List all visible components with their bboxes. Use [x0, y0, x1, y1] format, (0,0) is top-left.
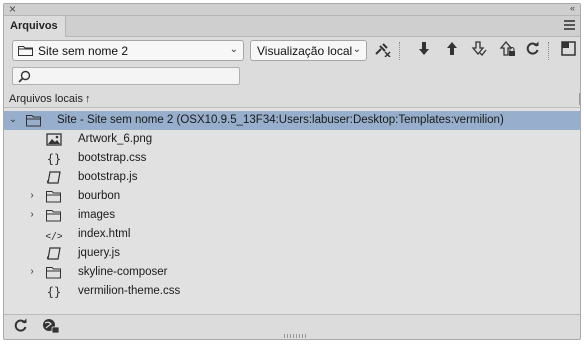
tree-row[interactable]: Artwork_6.png: [4, 130, 580, 149]
tree-row-label: bootstrap.css: [78, 152, 147, 164]
close-icon[interactable]: ×: [9, 2, 16, 16]
site-select[interactable]: Site sem nome 2 ⌄: [12, 40, 244, 61]
toolbar-separator: [548, 42, 549, 60]
panel-menu-icon[interactable]: [564, 20, 575, 30]
put-button[interactable]: [443, 41, 461, 60]
tree-row-label: images: [78, 209, 116, 221]
search-icon: [18, 70, 31, 83]
panel-footer: [4, 314, 580, 336]
view-select-value: Visualização local: [257, 44, 353, 58]
chevron-right-icon[interactable]: ›: [27, 266, 37, 277]
tree-row-label: vermilion-theme.css: [78, 285, 181, 297]
column-divider: [579, 93, 580, 105]
column-header-label: Arquivos locais: [9, 93, 83, 105]
image-icon: [46, 133, 62, 146]
expand-icon: [560, 41, 576, 56]
folder-icon: [46, 191, 61, 203]
chevron-right-icon[interactable]: ›: [27, 209, 37, 220]
tree-row[interactable]: › images: [4, 206, 580, 225]
tree-root-label: Site - Site sem nome 2 (OSX10.9.5_13F34:…: [57, 114, 504, 126]
tab-files[interactable]: Arquivos: [4, 16, 66, 37]
tree-row-label: jquery.js: [78, 247, 120, 259]
resize-grip[interactable]: [284, 334, 306, 338]
svg-text:{}: {}: [47, 152, 61, 165]
tree-row-label: bootstrap.js: [78, 171, 138, 183]
folder-icon: [18, 46, 33, 56]
tree-row[interactable]: bootstrap.js: [4, 168, 580, 187]
tree-row-label: Artwork_6.png: [78, 133, 153, 145]
check-out-button[interactable]: [498, 40, 516, 60]
put-icon: [447, 42, 457, 55]
site-select-value: Site sem nome 2: [38, 44, 129, 58]
search-input[interactable]: [12, 67, 240, 85]
files-panel: × ‹‹ Arquivos Site sem nome 2 ⌄ Visualiz…: [3, 2, 581, 340]
css-icon: {}: [47, 285, 61, 298]
sort-arrow-icon: ↑: [84, 93, 91, 105]
site-settings-icon: [43, 319, 60, 334]
script-icon: [46, 247, 61, 260]
tree-row-label: skyline-composer: [78, 266, 168, 278]
footer-refresh-button[interactable]: [13, 318, 31, 334]
chevron-down-icon[interactable]: ⌄: [8, 114, 18, 125]
check-out-icon: [499, 40, 515, 56]
chevron-down-icon: ⌄: [352, 44, 361, 55]
expand-button[interactable]: [559, 41, 577, 60]
check-in-icon: [471, 41, 487, 56]
get-icon: [419, 42, 429, 55]
folder-icon: [46, 267, 61, 279]
svg-text:</>: </>: [46, 231, 62, 241]
get-button[interactable]: [415, 41, 433, 60]
chevron-down-icon: ⌄: [229, 44, 238, 55]
script-icon: [46, 171, 61, 184]
view-select[interactable]: Visualização local ⌄: [250, 40, 367, 61]
folder-icon: [46, 210, 61, 222]
check-in-button[interactable]: [470, 41, 488, 60]
tree-row[interactable]: {} vermilion-theme.css: [4, 282, 580, 301]
site-settings-button[interactable]: [42, 318, 60, 334]
tree-row[interactable]: {} bootstrap.css: [4, 149, 580, 168]
disconnect-button[interactable]: [374, 41, 392, 60]
toolbar-separator: [399, 42, 400, 60]
tree-row-label: index.html: [78, 228, 131, 240]
refresh-icon: [14, 318, 27, 332]
disconnect-icon: [375, 43, 391, 58]
tree-row[interactable]: </> index.html: [4, 225, 580, 244]
tree-root-row[interactable]: ⌄ Site - Site sem nome 2 (OSX10.9.5_13F3…: [4, 111, 580, 130]
refresh-button[interactable]: [523, 41, 541, 60]
refresh-icon: [526, 41, 538, 55]
tab-row: Arquivos: [4, 16, 580, 37]
chevron-right-icon[interactable]: ›: [27, 190, 37, 201]
folder-open-icon: [26, 115, 41, 127]
panel-titlebar: × ‹‹: [4, 2, 580, 16]
svg-text:{}: {}: [47, 285, 61, 298]
tree-row[interactable]: › bourbon: [4, 187, 580, 206]
file-tree: ⌄ Site - Site sem nome 2 (OSX10.9.5_13F3…: [4, 108, 580, 314]
column-header[interactable]: Arquivos locais ↑: [4, 91, 580, 108]
collapse-icon[interactable]: ‹‹: [570, 3, 575, 13]
tree-row[interactable]: › skyline-composer: [4, 263, 580, 282]
tree-row-label: bourbon: [78, 190, 121, 202]
css-icon: {}: [47, 152, 61, 165]
html-icon: </>: [46, 231, 62, 241]
tree-row[interactable]: jquery.js: [4, 244, 580, 263]
